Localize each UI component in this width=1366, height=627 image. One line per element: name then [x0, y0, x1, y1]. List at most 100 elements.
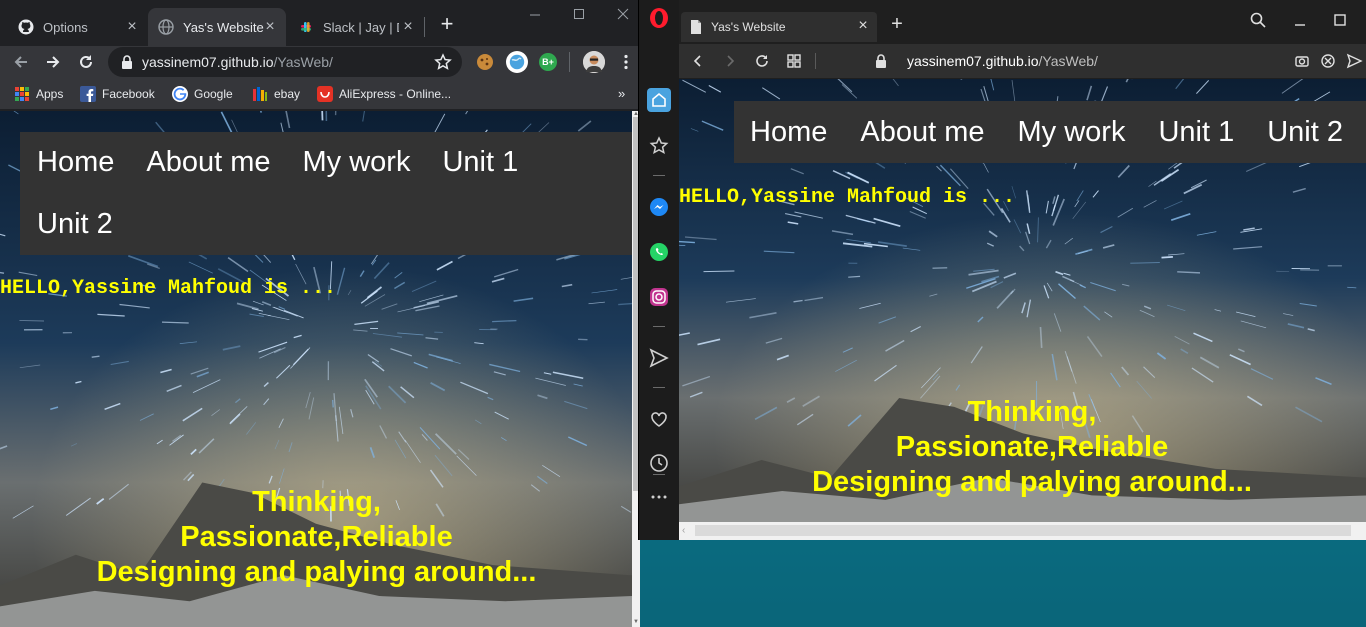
- opera-sidebar: [639, 0, 679, 540]
- maximize-icon[interactable]: [1331, 11, 1349, 29]
- nav-work-link[interactable]: My work: [1018, 101, 1126, 163]
- reload-icon[interactable]: [77, 53, 95, 71]
- send-icon[interactable]: [647, 346, 671, 370]
- tab-label: Options: [43, 19, 88, 35]
- scroll-left-arrow[interactable]: ‹: [682, 525, 685, 536]
- bookmark-google[interactable]: Google: [172, 84, 233, 104]
- apps-grid-icon: [14, 86, 30, 102]
- nav-about-link[interactable]: About me: [146, 132, 270, 193]
- address-bar[interactable]: yassinem07.github.io/YasWeb/: [108, 47, 462, 77]
- sidebar-separator: [653, 387, 665, 388]
- send-icon[interactable]: [1345, 52, 1363, 70]
- close-tab-icon[interactable]: ×: [262, 19, 278, 35]
- opera-tab-bar: Yas's Website × +: [679, 0, 1366, 44]
- bookmark-star-icon[interactable]: [434, 53, 452, 71]
- bookmarks-bar: Apps Facebook Google ebay AliExpress - O…: [0, 78, 640, 110]
- close-tab-icon[interactable]: ×: [855, 18, 871, 34]
- tagline: Thinking, Passionate,Reliable Designing …: [64, 485, 569, 589]
- url-path: /YasWeb/: [1038, 53, 1098, 69]
- back-arrow-icon[interactable]: [689, 52, 707, 70]
- globe-icon: [158, 19, 174, 35]
- horizontal-scrollbar[interactable]: ‹: [679, 522, 1366, 540]
- tab-yas-website[interactable]: Yas's Website ×: [148, 8, 286, 46]
- new-tab-button[interactable]: +: [887, 14, 907, 34]
- slack-icon: [298, 19, 314, 35]
- bookmark-label: Facebook: [102, 87, 155, 101]
- bookmark-aliexpress[interactable]: AliExpress - Online...: [317, 84, 451, 104]
- bookmark-facebook[interactable]: Facebook: [80, 84, 155, 104]
- sidebar-separator: [653, 474, 665, 475]
- nav-unit2-link[interactable]: Unit 2: [1267, 101, 1343, 163]
- tagline-line-2: Passionate,Reliable: [180, 520, 453, 553]
- tagline-line-1: Thinking,: [967, 396, 1097, 428]
- nav-about-link[interactable]: About me: [860, 101, 984, 163]
- camera-icon[interactable]: [1293, 52, 1311, 70]
- sidebar-separator: [653, 175, 665, 176]
- home-icon[interactable]: [647, 88, 671, 112]
- close-window-icon[interactable]: [614, 6, 632, 22]
- opera-website-viewport: Home About me My work Unit 1 Unit 2 HELL…: [679, 79, 1366, 522]
- bookmark-ebay[interactable]: ebay: [252, 84, 300, 104]
- nav-work-link[interactable]: My work: [303, 132, 411, 193]
- tab-label: Slack | Jay | De: [323, 19, 399, 35]
- opera-tab-yas-website[interactable]: Yas's Website ×: [681, 12, 877, 42]
- minimize-icon[interactable]: [526, 6, 544, 22]
- tab-slack[interactable]: Slack | Jay | De ×: [288, 8, 424, 46]
- bookmark-label: Google: [194, 87, 233, 101]
- instagram-icon[interactable]: [647, 285, 671, 309]
- close-tab-icon[interactable]: ×: [400, 19, 416, 35]
- facebook-icon: [80, 86, 96, 102]
- maximize-icon[interactable]: [570, 6, 588, 22]
- ebay-icon: [252, 86, 268, 102]
- scrollbar-thumb[interactable]: [695, 525, 1351, 536]
- forward-arrow-icon[interactable]: [721, 52, 739, 70]
- new-tab-button[interactable]: +: [436, 13, 458, 36]
- nav-home-link[interactable]: Home: [750, 101, 827, 163]
- chrome-tab-strip: Options × Yas's Website × Slack | Jay | …: [0, 0, 640, 46]
- tab-options[interactable]: Options ×: [8, 8, 148, 46]
- tagline-line-3: Designing and palying around...: [96, 555, 537, 588]
- adblock-icon[interactable]: [1319, 52, 1337, 70]
- lock-icon: [120, 54, 134, 70]
- reload-icon[interactable]: [753, 52, 771, 70]
- star-icon[interactable]: [647, 134, 671, 158]
- nav-unit2-link[interactable]: Unit 2: [37, 194, 113, 255]
- forward-arrow-icon[interactable]: [44, 53, 62, 71]
- nav-unit1-link[interactable]: Unit 1: [442, 132, 518, 193]
- more-bookmarks-chevron[interactable]: »: [618, 86, 625, 101]
- menu-kebab-icon[interactable]: [617, 53, 635, 71]
- search-icon[interactable]: [1249, 11, 1267, 29]
- nav-unit1-link[interactable]: Unit 1: [1158, 101, 1234, 163]
- back-arrow-icon[interactable]: [12, 53, 30, 71]
- whatsapp-icon[interactable]: [647, 240, 671, 264]
- messenger-icon[interactable]: [647, 195, 671, 219]
- tab-label: Yas's Website: [183, 19, 264, 35]
- more-icon[interactable]: [647, 485, 671, 509]
- chrome-website-viewport: Home About me My work Unit 1 Unit 2 HELL…: [0, 111, 632, 627]
- profile-avatar[interactable]: [583, 51, 605, 73]
- cookie-extension-icon[interactable]: [474, 51, 496, 73]
- heart-icon[interactable]: [647, 407, 671, 431]
- history-icon[interactable]: [647, 451, 671, 475]
- bookmark-label: AliExpress - Online...: [339, 87, 452, 101]
- bookmark-label: ebay: [274, 87, 301, 101]
- close-tab-icon[interactable]: ×: [124, 19, 140, 35]
- lock-icon[interactable]: [872, 52, 890, 70]
- tagline-line-2: Passionate,Reliable: [895, 430, 1169, 463]
- grammar-extension-icon[interactable]: B+: [539, 53, 557, 71]
- opera-url-field[interactable]: yassinem07.github.io/YasWeb/: [907, 53, 1098, 69]
- toolbar-separator: [815, 53, 816, 69]
- bookmark-apps[interactable]: Apps: [14, 84, 63, 104]
- speed-dial-grid-icon[interactable]: [785, 52, 803, 70]
- tagline-line-1: Thinking,: [252, 486, 381, 518]
- opera-logo-icon[interactable]: [647, 6, 671, 30]
- globe-extension-icon[interactable]: [506, 51, 528, 73]
- tagline-line-3: Designing and palying around...: [812, 465, 1252, 498]
- minimize-icon[interactable]: [1291, 11, 1309, 29]
- hello-text: HELLO,Yassine Mahfoud is ...: [679, 186, 1016, 209]
- aliexpress-icon: [317, 86, 333, 102]
- google-icon: [172, 86, 188, 102]
- scroll-down-arrow[interactable]: ▼: [632, 619, 640, 627]
- site-navbar: Home About me My work Unit 1 Unit 2: [734, 101, 1366, 163]
- nav-home-link[interactable]: Home: [37, 132, 114, 193]
